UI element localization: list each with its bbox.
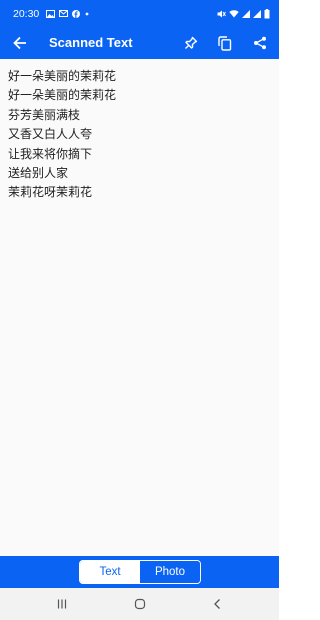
copy-button[interactable] bbox=[214, 32, 236, 54]
share-icon bbox=[254, 36, 266, 50]
status-bar: 20:30 bbox=[0, 0, 279, 27]
text-line: 好一朵美丽的茉莉花 bbox=[8, 88, 117, 103]
tab-photo[interactable]: Photo bbox=[140, 561, 200, 583]
back-arrow-icon bbox=[13, 36, 26, 50]
facebook-icon bbox=[72, 9, 81, 18]
tab-text[interactable]: Text bbox=[80, 561, 140, 583]
battery-icon bbox=[264, 8, 270, 19]
home-icon bbox=[134, 598, 146, 610]
copy-icon bbox=[218, 35, 232, 51]
system-nav-bar bbox=[0, 588, 279, 620]
status-left: 20:30 bbox=[13, 8, 90, 20]
back-icon bbox=[214, 599, 220, 609]
signal-icon bbox=[242, 9, 250, 18]
pin-button[interactable] bbox=[180, 32, 202, 54]
gallery-icon bbox=[46, 9, 56, 18]
text-line: 又香又白人人夸 bbox=[8, 127, 93, 142]
status-right bbox=[217, 8, 270, 19]
mute-icon bbox=[217, 10, 226, 18]
pin-icon bbox=[185, 36, 198, 49]
back-button[interactable] bbox=[9, 32, 31, 54]
page-title: Scanned Text bbox=[49, 35, 133, 50]
recents-icon bbox=[57, 599, 67, 609]
text-line: 让我来将你摘下 bbox=[8, 146, 93, 161]
gmail-icon bbox=[59, 10, 69, 17]
text-line: 芬芳美丽满枝 bbox=[8, 107, 81, 122]
view-toggle: Text Photo bbox=[79, 560, 201, 584]
nav-back-button[interactable] bbox=[208, 596, 228, 612]
scanned-text-area[interactable]: 好一朵美丽的茉莉花 好一朵美丽的茉莉花 芬芳美丽满枝 又香又白人人夸 让我来将你… bbox=[0, 59, 279, 556]
text-line: 好一朵美丽的茉莉花 bbox=[8, 69, 117, 83]
text-line: 送给别人家 bbox=[8, 166, 69, 181]
app-bar: Scanned Text bbox=[0, 27, 279, 59]
signal-icon bbox=[253, 9, 261, 18]
share-button[interactable] bbox=[249, 32, 271, 54]
dot-icon bbox=[84, 11, 90, 17]
recents-button[interactable] bbox=[52, 596, 72, 612]
text-line: 茉莉花呀茉莉花 bbox=[8, 185, 93, 200]
wifi-icon bbox=[229, 9, 239, 18]
home-button[interactable] bbox=[130, 596, 150, 612]
bottom-toolbar: Text Photo bbox=[0, 556, 279, 588]
status-time: 20:30 bbox=[13, 7, 40, 20]
